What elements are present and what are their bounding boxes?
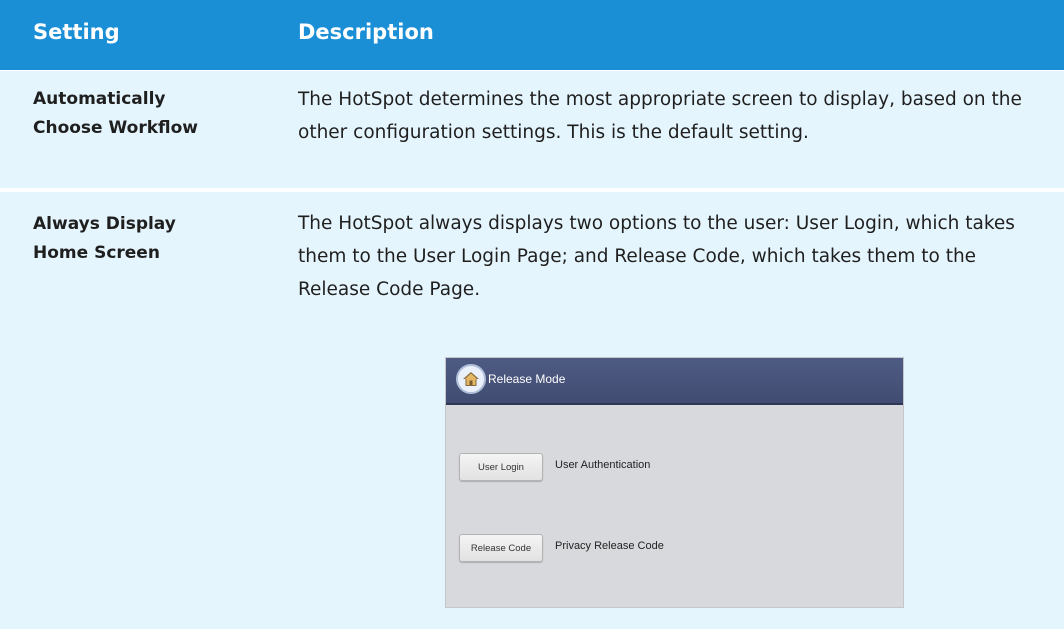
- setting-name: Always Display Home Screen: [33, 210, 258, 268]
- privacy-release-code-label: Privacy Release Code: [555, 540, 664, 552]
- table-header: Setting Description: [0, 0, 1064, 70]
- setting-column-header: Setting: [33, 20, 120, 44]
- setting-name-line: Automatically: [33, 89, 166, 109]
- setting-name: Automatically Choose Workflow: [33, 85, 258, 143]
- description-column-header: Description: [298, 20, 434, 44]
- release-code-button[interactable]: Release Code: [459, 534, 543, 562]
- table-row: Always Display Home Screen The HotSpot a…: [0, 192, 1064, 629]
- setting-name-line: Home Screen: [33, 243, 160, 263]
- setting-description: The HotSpot always displays two options …: [298, 213, 1015, 300]
- release-mode-title: Release Mode: [488, 372, 566, 386]
- home-icon[interactable]: [456, 364, 486, 394]
- release-mode-title-bar: Release Mode: [446, 358, 903, 405]
- setting-name-line: Always Display: [33, 214, 176, 234]
- user-authentication-label: User Authentication: [555, 459, 651, 471]
- release-mode-screenshot: Release Mode User Login User Authenticat…: [445, 357, 904, 608]
- setting-description: The HotSpot determines the most appropri…: [298, 89, 1022, 143]
- user-login-button[interactable]: User Login: [459, 453, 543, 481]
- table-row: Automatically Choose Workflow The HotSpo…: [0, 71, 1064, 190]
- settings-table: Setting Description Automatically Choose…: [0, 0, 1064, 629]
- setting-name-line: Choose Workflow: [33, 118, 199, 138]
